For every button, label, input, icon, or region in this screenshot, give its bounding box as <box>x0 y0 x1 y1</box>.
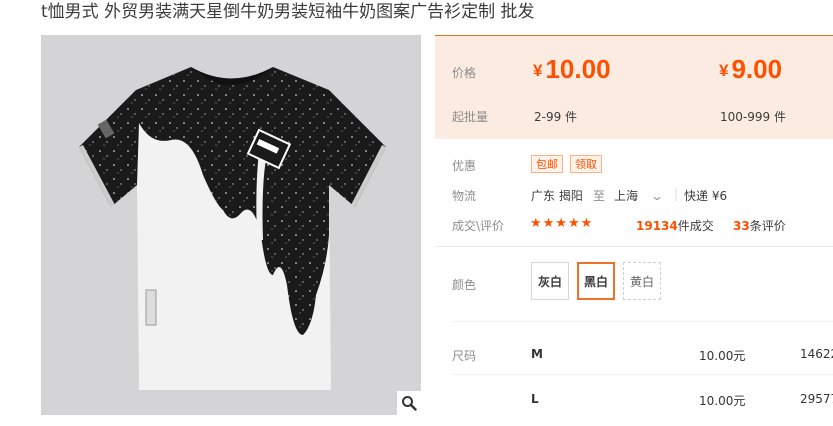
color-option-yellow-white[interactable]: 黄白 <box>623 262 661 300</box>
color-option-gray-white[interactable]: 灰白 <box>531 262 569 300</box>
deals-label: 成交\评价 <box>452 219 505 233</box>
chevron-down-icon: ⌄ <box>649 189 664 203</box>
logistics-label: 物流 <box>452 189 477 203</box>
color-label: 颜色 <box>452 278 477 292</box>
express-fee: 快递 ¥6 <box>684 189 728 203</box>
free-shipping-tag[interactable]: 包邮 <box>531 155 563 173</box>
currency-symbol: ¥ <box>533 61 543 80</box>
size-label: 尺码 <box>452 349 477 363</box>
ship-from: 广东 揭阳 <box>531 189 583 203</box>
review-count-text[interactable]: 33条评价 <box>733 217 786 234</box>
deal-suffix: 件成交 <box>677 219 714 233</box>
price-tier-1: ¥10.00 <box>533 54 611 85</box>
size-stock: 29577 <box>800 392 833 406</box>
section-divider <box>435 246 833 247</box>
divider: | <box>674 187 679 201</box>
tier-1-qty: 2-99 件 <box>534 110 578 124</box>
promo-label: 优惠 <box>452 159 477 173</box>
product-image[interactable] <box>41 35 421 415</box>
color-option-black-white[interactable]: 黑白 <box>577 262 615 300</box>
row-divider <box>452 374 833 375</box>
rating-stars: ★★★★★ <box>530 216 594 231</box>
coupon-claim-tag[interactable]: 领取 <box>570 155 602 173</box>
review-count: 33 <box>733 219 750 233</box>
section-divider <box>452 321 833 322</box>
product-title: t恤男式 外贸男装满天星倒牛奶男装短袖牛奶图案广告衫定制 批发 <box>41 2 535 22</box>
zoom-button[interactable] <box>397 391 421 415</box>
deal-count: 19134 <box>636 219 678 233</box>
size-price: 10.00元 <box>699 394 746 408</box>
size-name: L <box>531 392 539 406</box>
price-panel: 价格 ¥10.00 ¥9.00 起批量 2-99 件 100-999 件 <box>435 35 833 139</box>
size-name: M <box>531 347 543 361</box>
tier-2-qty: 100-999 件 <box>720 110 786 124</box>
price-tier-2: ¥9.00 <box>719 54 782 85</box>
magnifier-icon <box>402 396 417 411</box>
tshirt-illustration <box>79 67 386 390</box>
price-value: 9.00 <box>731 54 783 84</box>
deal-count-text[interactable]: 19134件成交 <box>636 217 714 234</box>
ship-to-city: 上海 <box>614 189 639 203</box>
to-word: 至 <box>593 189 606 203</box>
price-label: 价格 <box>452 66 477 80</box>
price-value: 10.00 <box>545 54 611 84</box>
ship-to-select[interactable]: 上海 ⌄ <box>614 187 664 204</box>
size-stock: 14622 <box>800 347 833 361</box>
size-price: 10.00元 <box>699 349 746 363</box>
review-suffix: 条评价 <box>749 219 786 233</box>
moq-label: 起批量 <box>452 110 489 124</box>
currency-symbol: ¥ <box>719 61 729 80</box>
